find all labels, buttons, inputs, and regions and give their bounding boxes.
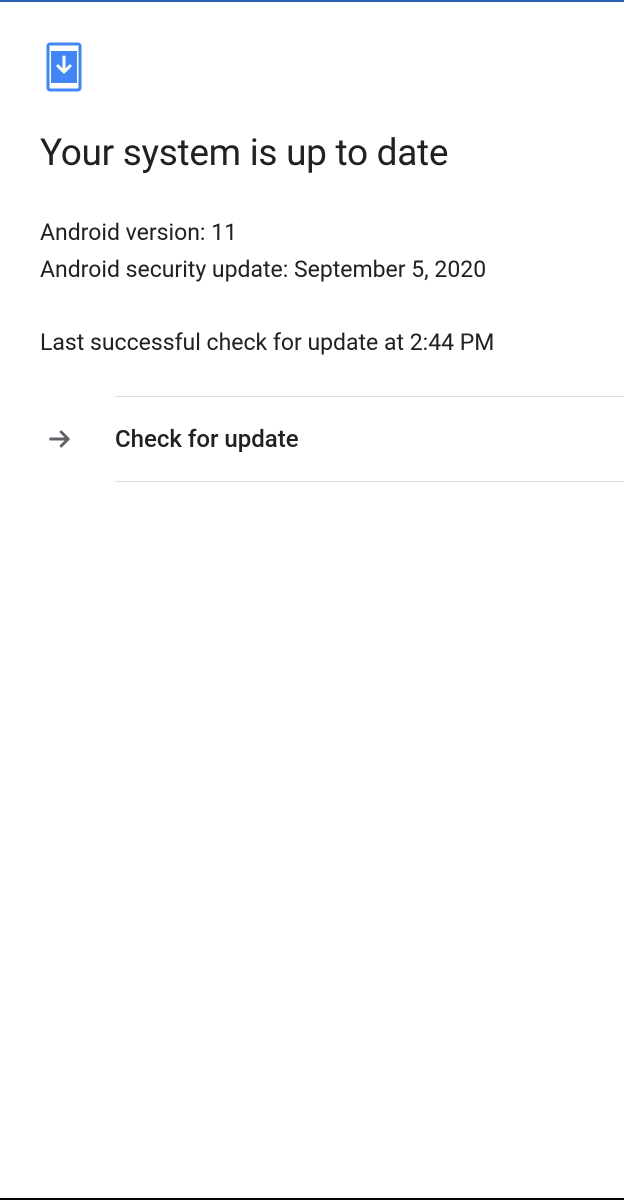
system-update-icon bbox=[46, 42, 82, 92]
android-version-text: Android version: 11 bbox=[40, 215, 584, 252]
check-for-update-label: Check for update bbox=[115, 425, 299, 453]
security-update-text: Android security update: September 5, 20… bbox=[40, 252, 584, 289]
page-title: Your system is up to date bbox=[40, 132, 584, 175]
arrow-right-icon bbox=[46, 425, 74, 453]
last-check-text: Last successful check for update at 2:44… bbox=[40, 329, 584, 356]
system-info-block: Android version: 11 Android security upd… bbox=[40, 215, 584, 289]
check-for-update-button[interactable]: Check for update bbox=[115, 396, 624, 482]
